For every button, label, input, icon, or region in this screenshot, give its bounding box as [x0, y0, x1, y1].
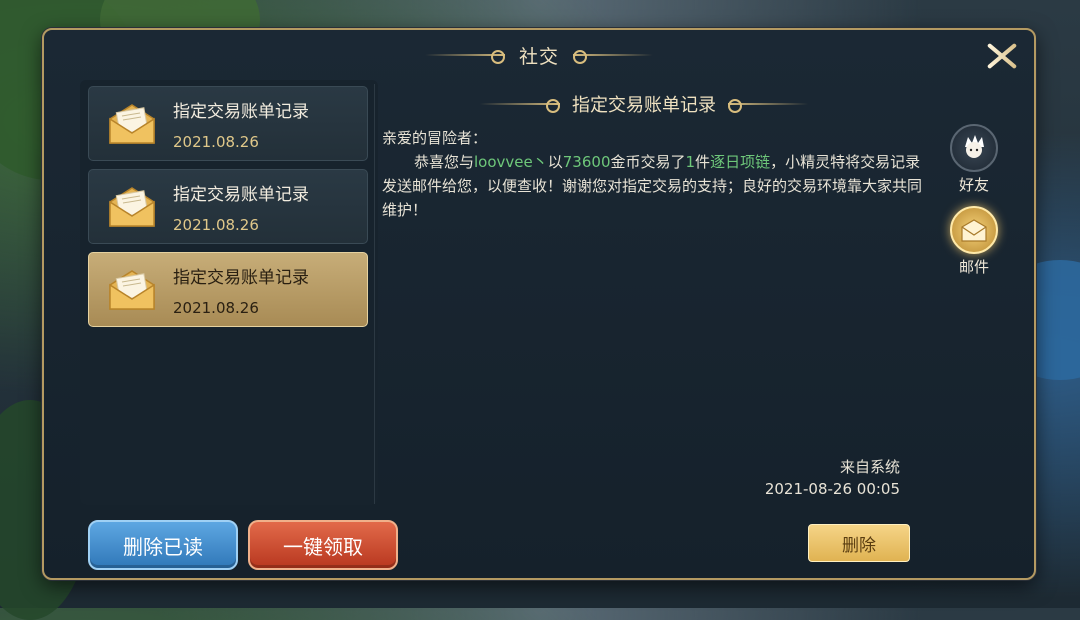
message-body: 亲爱的冒险者： 恭喜您与loovvee丶以73600金币交易了1件逐日项链，小精… [382, 126, 922, 222]
mail-date: 2021.08.26 [173, 216, 259, 234]
tab-mail[interactable]: 邮件 [944, 206, 1004, 277]
mail-list-item[interactable]: 指定交易账单记录 2021.08.26 [88, 86, 368, 161]
tab-label: 好友 [958, 176, 989, 194]
message-sender: 来自系统 [839, 458, 900, 476]
mail-list-item[interactable]: 指定交易账单记录 2021.08.26 [88, 169, 368, 244]
envelope-icon [109, 270, 155, 310]
delete-read-button[interactable]: 删除已读 [88, 520, 238, 570]
trade-price: 73600 [562, 153, 611, 171]
panel-header: 社交 [414, 40, 664, 70]
message-title: 指定交易账单记录 [572, 95, 716, 116]
panel-title: 社交 [518, 45, 559, 68]
message-text: 金币交易了 [610, 153, 686, 171]
message-timestamp: 2021-08-26 00:05 [764, 480, 900, 498]
item-count: 1 [685, 153, 696, 171]
envelope-icon [109, 187, 155, 227]
mail-list: 指定交易账单记录 2021.08.26 指定交易账单记录 2021.08.26 [80, 80, 378, 505]
mail-title: 指定交易账单记录 [173, 268, 309, 288]
mail-list-item-selected[interactable]: 指定交易账单记录 2021.08.26 [88, 252, 368, 327]
ornament-left-icon [480, 97, 560, 113]
close-icon[interactable] [982, 36, 1022, 76]
mail-date: 2021.08.26 [173, 133, 259, 151]
claim-all-button[interactable]: 一键领取 [248, 520, 398, 570]
ornament-right-icon [573, 48, 653, 64]
mail-icon [950, 206, 998, 254]
ornament-right-icon [728, 97, 808, 113]
tab-label: 邮件 [958, 258, 989, 276]
message-paragraph: 恭喜您与loovvee丶以73600金币交易了1件逐日项链，小精灵特将交易记录发… [382, 150, 922, 222]
delete-button[interactable]: 删除 [808, 524, 910, 562]
social-panel: 社交 指定交易账单记录 2021.08.26 指定交易账单记录 2021.08.… [42, 28, 1036, 580]
tab-friends[interactable]: 好友 [944, 124, 1004, 195]
message-text: 件 [695, 153, 711, 171]
ornament-left-icon [424, 48, 505, 64]
message-text: 恭喜您与 [414, 153, 475, 171]
message-header: 指定交易账单记录 [444, 90, 844, 118]
panel-divider [374, 84, 375, 504]
mail-title: 指定交易账单记录 [173, 185, 309, 205]
item-name: 逐日项链 [710, 153, 771, 171]
buyer-name: loovvee丶 [474, 153, 548, 171]
message-greeting: 亲爱的冒险者： [382, 129, 488, 147]
mail-title: 指定交易账单记录 [173, 102, 309, 122]
mail-date: 2021.08.26 [173, 299, 259, 317]
message-text: 以 [547, 153, 563, 171]
friend-avatar-icon [950, 124, 998, 172]
envelope-icon [109, 104, 155, 144]
